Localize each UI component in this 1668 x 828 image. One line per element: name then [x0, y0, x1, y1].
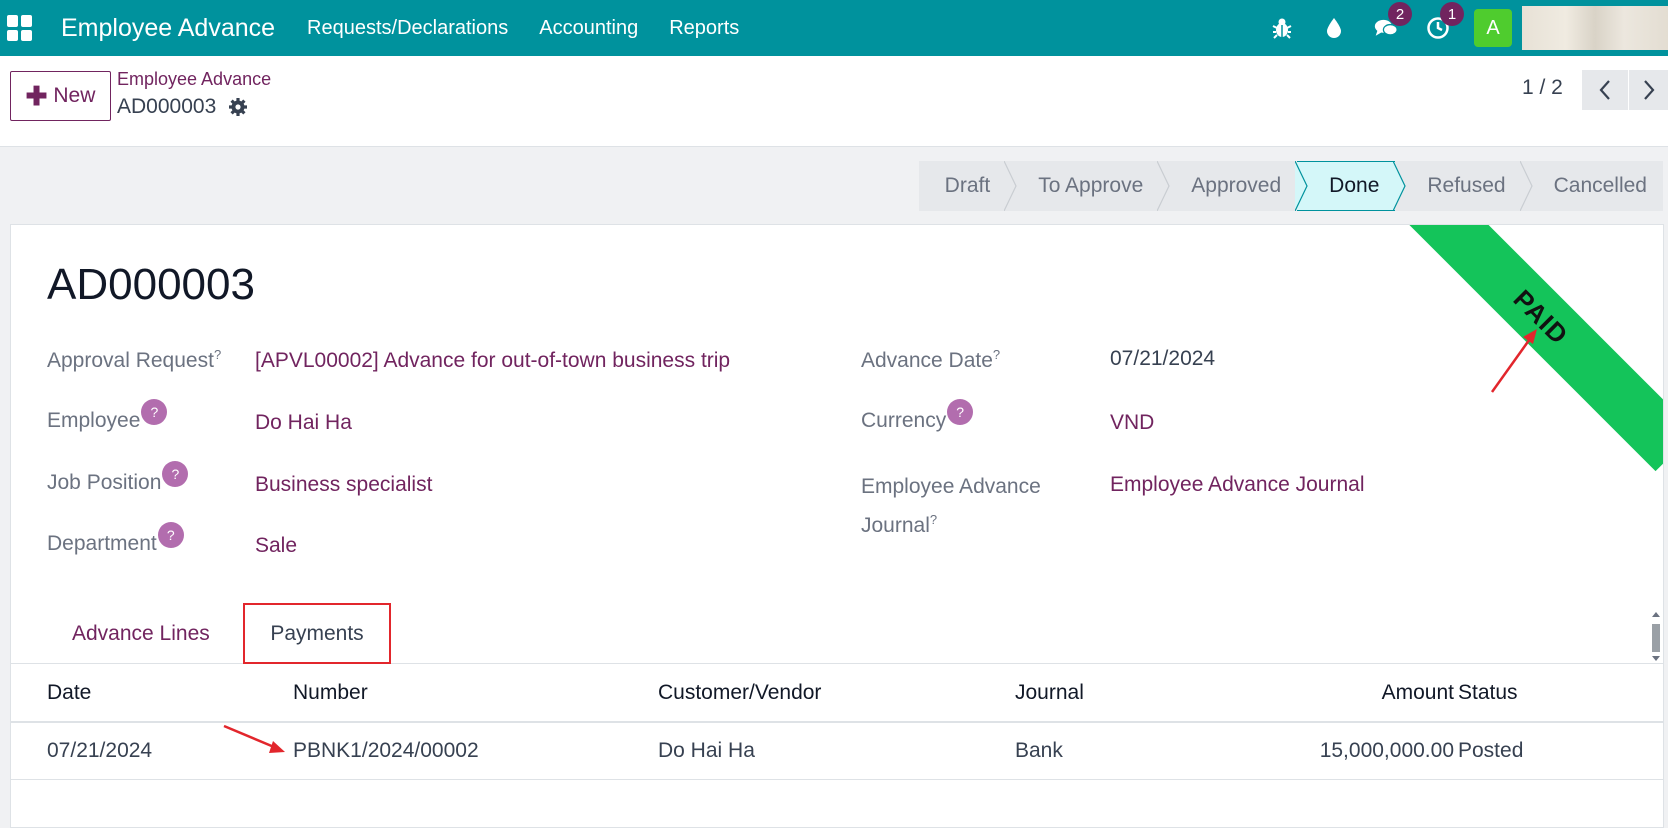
new-button-label: New — [53, 84, 96, 107]
plus-icon: ✚ — [25, 80, 48, 111]
currency-label: Currency? — [861, 399, 974, 435]
navbar-systray: 2 1 A — [1270, 0, 1668, 56]
chevron-right-icon — [1643, 80, 1654, 100]
stage-draft[interactable]: Draft — [918, 161, 1007, 211]
table-header: Date Number Customer/Vendor Journal Amou… — [11, 665, 1663, 723]
stage-cancelled[interactable]: Cancelled — [1521, 161, 1663, 211]
breadcrumb-parent[interactable]: Employee Advance — [117, 69, 271, 90]
top-navbar: Employee Advance Requests/Declarations A… — [0, 0, 1668, 56]
pager-value[interactable]: 1 / 2 — [1522, 76, 1563, 100]
cell-number: PBNK1/2024/00002 — [293, 739, 479, 762]
menu-requests-declarations[interactable]: Requests/Declarations — [307, 17, 508, 40]
stage-approved[interactable]: Approved — [1159, 161, 1298, 211]
pager-previous-button[interactable] — [1582, 70, 1628, 110]
menu-accounting[interactable]: Accounting — [539, 17, 638, 40]
employee-label: Employee? — [47, 399, 168, 435]
cell-amount: 15,000,000.00 — [1319, 739, 1454, 762]
apps-menu-icon[interactable] — [7, 15, 33, 41]
column-amount[interactable]: Amount — [1191, 665, 1454, 721]
annotation-arrow-icon — [223, 724, 285, 753]
help-icon[interactable]: ? — [157, 522, 184, 548]
currency-value[interactable]: VND — [1110, 411, 1154, 435]
menu-reports[interactable]: Reports — [669, 17, 739, 40]
job-position-label: Job Position? — [47, 461, 189, 497]
tab-advance-lines[interactable]: Advance Lines — [72, 603, 210, 664]
cell-date: 07/21/2024 — [47, 739, 153, 762]
stage-done[interactable]: Done — [1297, 161, 1396, 211]
activity-badge: 1 — [1440, 2, 1464, 26]
annotation-arrow-icon — [1490, 329, 1537, 393]
column-customer-vendor[interactable]: Customer/Vendor — [658, 665, 821, 721]
column-status[interactable]: Status — [1458, 665, 1518, 721]
cell-partner: Do Hai Ha — [658, 739, 755, 762]
job-position-value[interactable]: Business specialist — [255, 473, 432, 497]
user-avatar[interactable]: A — [1474, 9, 1512, 47]
advance-date-label: Advance Date? — [861, 347, 1001, 372]
employee-advance-journal-label: Employee Advance Journal? — [861, 475, 1041, 537]
department-label: Department? — [47, 522, 184, 558]
notebook-tabs: Advance Lines Payments — [11, 603, 1663, 664]
employee-advance-journal-value[interactable]: Employee Advance Journal — [1110, 473, 1365, 497]
department-value[interactable]: Sale — [255, 534, 297, 558]
tabs-scrollbar[interactable] — [1649, 609, 1663, 664]
help-icon[interactable]: ? — [947, 399, 974, 425]
breadcrumb-current-label: AD000003 — [117, 95, 217, 118]
app-brand[interactable]: Employee Advance — [61, 14, 275, 43]
tab-payments[interactable]: Payments — [243, 603, 391, 664]
approval-request-value[interactable]: [APVL00002] Advance for out-of-town busi… — [255, 349, 730, 373]
column-journal[interactable]: Journal — [1015, 665, 1084, 721]
new-button[interactable]: ✚ New — [10, 71, 111, 121]
user-name-blurred[interactable] — [1522, 6, 1668, 50]
chevron-left-icon — [1599, 80, 1610, 100]
pager-next-button[interactable] — [1629, 70, 1668, 110]
cell-status: Posted — [1458, 739, 1524, 762]
messages-icon[interactable]: 2 — [1374, 2, 1412, 40]
droplet-icon[interactable] — [1322, 16, 1346, 40]
status-bar: Draft To Approve Approved Done Refused C… — [918, 161, 1663, 211]
gear-icon[interactable] — [228, 97, 248, 117]
bug-icon[interactable] — [1270, 16, 1294, 40]
messages-badge: 2 — [1388, 2, 1412, 26]
column-date[interactable]: Date — [47, 665, 91, 721]
stage-refused[interactable]: Refused — [1395, 161, 1522, 211]
column-number[interactable]: Number — [293, 665, 368, 721]
approval-request-label: Approval Request? — [47, 347, 222, 372]
stage-to-approve[interactable]: To Approve — [1006, 161, 1160, 211]
help-icon[interactable]: ? — [162, 461, 189, 487]
cell-journal: Bank — [1015, 739, 1063, 762]
record-title: AD000003 — [47, 260, 255, 309]
activity-clock-icon[interactable]: 1 — [1426, 2, 1464, 40]
employee-value[interactable]: Do Hai Ha — [255, 411, 352, 435]
help-icon[interactable]: ? — [141, 399, 168, 425]
advance-date-value[interactable]: 07/21/2024 — [1110, 347, 1215, 371]
breadcrumb-current: AD000003 — [117, 95, 248, 119]
control-panel: ✚ New Employee Advance AD000003 1 / 2 — [0, 56, 1668, 147]
